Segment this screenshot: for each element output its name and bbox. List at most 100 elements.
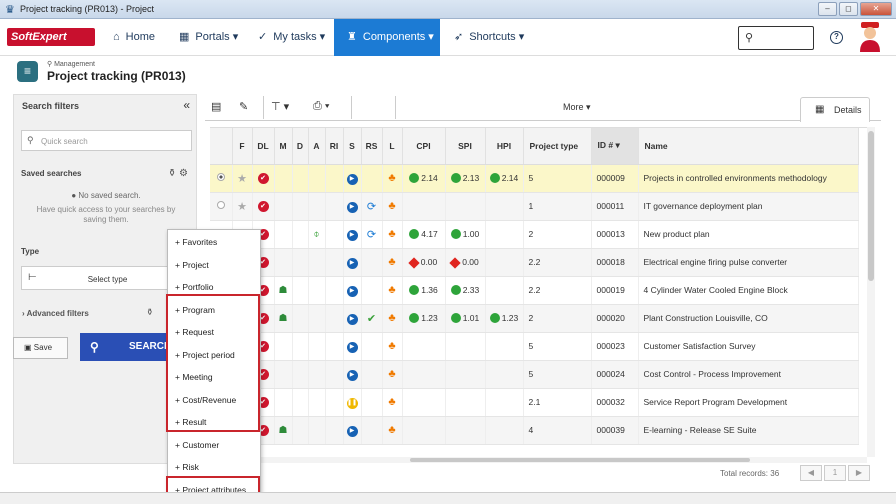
column-header-2[interactable]: DL	[252, 128, 275, 165]
spi-value: 1.01	[462, 312, 480, 323]
column-header-10[interactable]: CPI	[402, 128, 446, 165]
id-cell: 000020	[591, 304, 639, 333]
column-header-3[interactable]: M	[274, 128, 293, 165]
page-number[interactable]: 1	[824, 465, 846, 481]
cpi-value: 4.17	[421, 228, 438, 239]
nav-components[interactable]: ♜ Components ▾	[334, 19, 440, 56]
status-green-icon	[409, 313, 420, 324]
column-header-7[interactable]: S	[343, 128, 362, 165]
menu-item-risk[interactable]: + Risk	[168, 456, 260, 478]
maximize-button[interactable]: ◻	[839, 2, 858, 16]
table-row[interactable]: ✔ ⌽ ▶ ⟳ ♣ 4.17 1.00 2 000013 New product plan	[210, 220, 859, 249]
org-chart-icon: ♣	[388, 340, 396, 352]
spi-value: 0.00	[462, 257, 479, 267]
page-header: ≡ ⚲ Management Project tracking (PR013)	[0, 56, 896, 90]
trophy-icon: ♛	[5, 4, 15, 16]
status-green-icon	[409, 173, 420, 184]
hierarchy-icon[interactable]: ⊤ ▾	[271, 100, 289, 113]
play-icon: ▶	[346, 369, 358, 381]
column-header-8[interactable]: RS	[361, 128, 383, 165]
name-cell: Service Report Program Development	[638, 388, 859, 417]
status-bar	[0, 492, 896, 504]
project-type-cell: 4	[523, 416, 592, 445]
more-menu[interactable]: More ▾	[563, 102, 591, 113]
table-row[interactable]: ✔ ▶ ♣ 5 000023 Customer Satisfaction Survey	[210, 332, 859, 361]
save-filter-button[interactable]: ▣ Save	[13, 337, 68, 359]
broom-icon[interactable]: ⚱	[168, 168, 176, 179]
user-avatar[interactable]	[858, 22, 882, 52]
nav-shortcuts[interactable]: ➶ Shortcuts ▾	[454, 19, 524, 56]
table-row[interactable]: ✔ ☗ ▶ ♣ 1.36 2.33 2.2 000019 4 Cylinder Water Co…	[210, 276, 859, 305]
play-icon: ▶	[346, 285, 358, 297]
table-row[interactable]: ★ ✔ ▶ ⟳ ♣ 1 000011 IT governance deployment pla…	[210, 192, 859, 221]
table-row[interactable]: ✔ ▶ ♣ 0.00 0.00 2.2 000018 Electrical engine fi…	[210, 248, 859, 277]
column-header-15[interactable]: Name	[638, 128, 859, 165]
quick-search-input[interactable]: ⚲ Quick search	[21, 130, 192, 151]
id-cell: 000011	[591, 192, 639, 221]
global-search-input[interactable]: ⚲	[738, 26, 814, 50]
close-button[interactable]: ✕	[860, 2, 892, 16]
row-radio[interactable]	[216, 173, 225, 181]
vertical-scrollbar[interactable]	[867, 127, 875, 457]
tab-details[interactable]: ▦ Details	[800, 97, 870, 122]
table-row[interactable]: ✔ ▶ ♣ 5 000024 Cost Control - Process Improve…	[210, 360, 859, 389]
hpi-value: 1.23	[501, 312, 519, 323]
top-navigation: SoftExpert ⌂ Home ▦ Portals ▾ ✓ My tasks ▾ …	[0, 19, 896, 56]
advanced-filters-toggle[interactable]: › Advanced filters	[22, 309, 89, 318]
print-icon[interactable]: ⎙ ▾	[313, 100, 329, 113]
softexpert-logo: SoftExpert	[7, 28, 95, 46]
org-chart-icon: ♣	[388, 172, 396, 184]
rocket-icon: ➶	[454, 31, 464, 43]
column-header-9[interactable]: L	[382, 128, 403, 165]
project-type-cell: 2.2	[523, 276, 592, 305]
column-header-14[interactable]: ID # ▾	[591, 128, 639, 165]
nav-my-tasks[interactable]: ✓ My tasks ▾	[258, 19, 325, 56]
breadcrumb[interactable]: ⚲ Management	[47, 60, 95, 68]
saved-searches-label: Saved searches	[21, 169, 82, 178]
nav-portals[interactable]: ▦ Portals ▾	[179, 19, 238, 56]
collapse-icon[interactable]: «	[183, 98, 190, 112]
table-row[interactable]: ✔ ☗ ▶ ✔ ♣ 1.23 1.01 1.23 2 000020 Plant Constructi…	[210, 304, 859, 333]
gear-icon[interactable]: ⚙	[179, 168, 188, 179]
broom-icon[interactable]: ⚱	[146, 307, 154, 318]
team-icon: ☗	[278, 424, 288, 436]
column-header-13[interactable]: Project type	[523, 128, 592, 165]
next-page-button[interactable]: ▶	[848, 465, 870, 481]
column-header-0[interactable]	[210, 128, 233, 165]
column-header-6[interactable]: RI	[325, 128, 344, 165]
spi-value: 2.33	[462, 284, 480, 295]
column-header-4[interactable]: D	[292, 128, 309, 165]
project-grid: F DL M D A RI S RS L CPI SPI HPI Project type ID # ▾ N…	[210, 127, 867, 457]
nav-home[interactable]: ⌂ Home	[113, 19, 155, 56]
play-icon: ▶	[346, 425, 358, 437]
attachment-icon: ⌽	[313, 228, 320, 240]
spi-value: 2.13	[462, 172, 480, 183]
table-row[interactable]: ✔ ☗ ▶ ♣ 4 000039 E-learning - Release SE Suite	[210, 416, 859, 445]
name-cell: 4 Cylinder Water Cooled Engine Block	[638, 276, 859, 305]
column-header-5[interactable]: A	[308, 128, 326, 165]
org-chart-icon: ♣	[388, 228, 396, 240]
search-icon: ⚲	[745, 32, 754, 44]
column-header-1[interactable]: F	[232, 128, 253, 165]
column-header-11[interactable]: SPI	[445, 128, 486, 165]
star-icon[interactable]: ★	[237, 173, 247, 185]
table-row[interactable]: ★ ✔ ▶ ♣ 2.14 2.13 2.14 5 000009 Projects in contr…	[210, 164, 859, 193]
deadline-icon: ✔	[257, 173, 269, 184]
menu-item-customer[interactable]: + Customer	[168, 434, 260, 456]
help-icon[interactable]: ?	[830, 31, 843, 44]
pencil-icon[interactable]: ✎	[239, 100, 248, 113]
star-icon[interactable]: ★	[237, 201, 247, 213]
menu-item-project[interactable]: + Project	[168, 254, 260, 276]
deadline-icon: ✔	[257, 201, 269, 212]
menu-item-favorites[interactable]: + Favorites	[168, 231, 260, 253]
status-green-icon	[409, 229, 420, 240]
id-cell: 000009	[591, 164, 639, 193]
filters-header: Search filters	[22, 101, 80, 111]
column-header-12[interactable]: HPI	[485, 128, 524, 165]
edit-document-icon[interactable]: ▤	[211, 100, 221, 113]
prev-page-button[interactable]: ◀	[800, 465, 822, 481]
minimize-button[interactable]: –	[818, 2, 837, 16]
row-radio[interactable]	[216, 201, 225, 209]
name-cell: E-learning - Release SE Suite	[638, 416, 859, 445]
table-row[interactable]: ✔ ❚❚ ♣ 2.1 000032 Service Report Program Deve…	[210, 388, 859, 417]
